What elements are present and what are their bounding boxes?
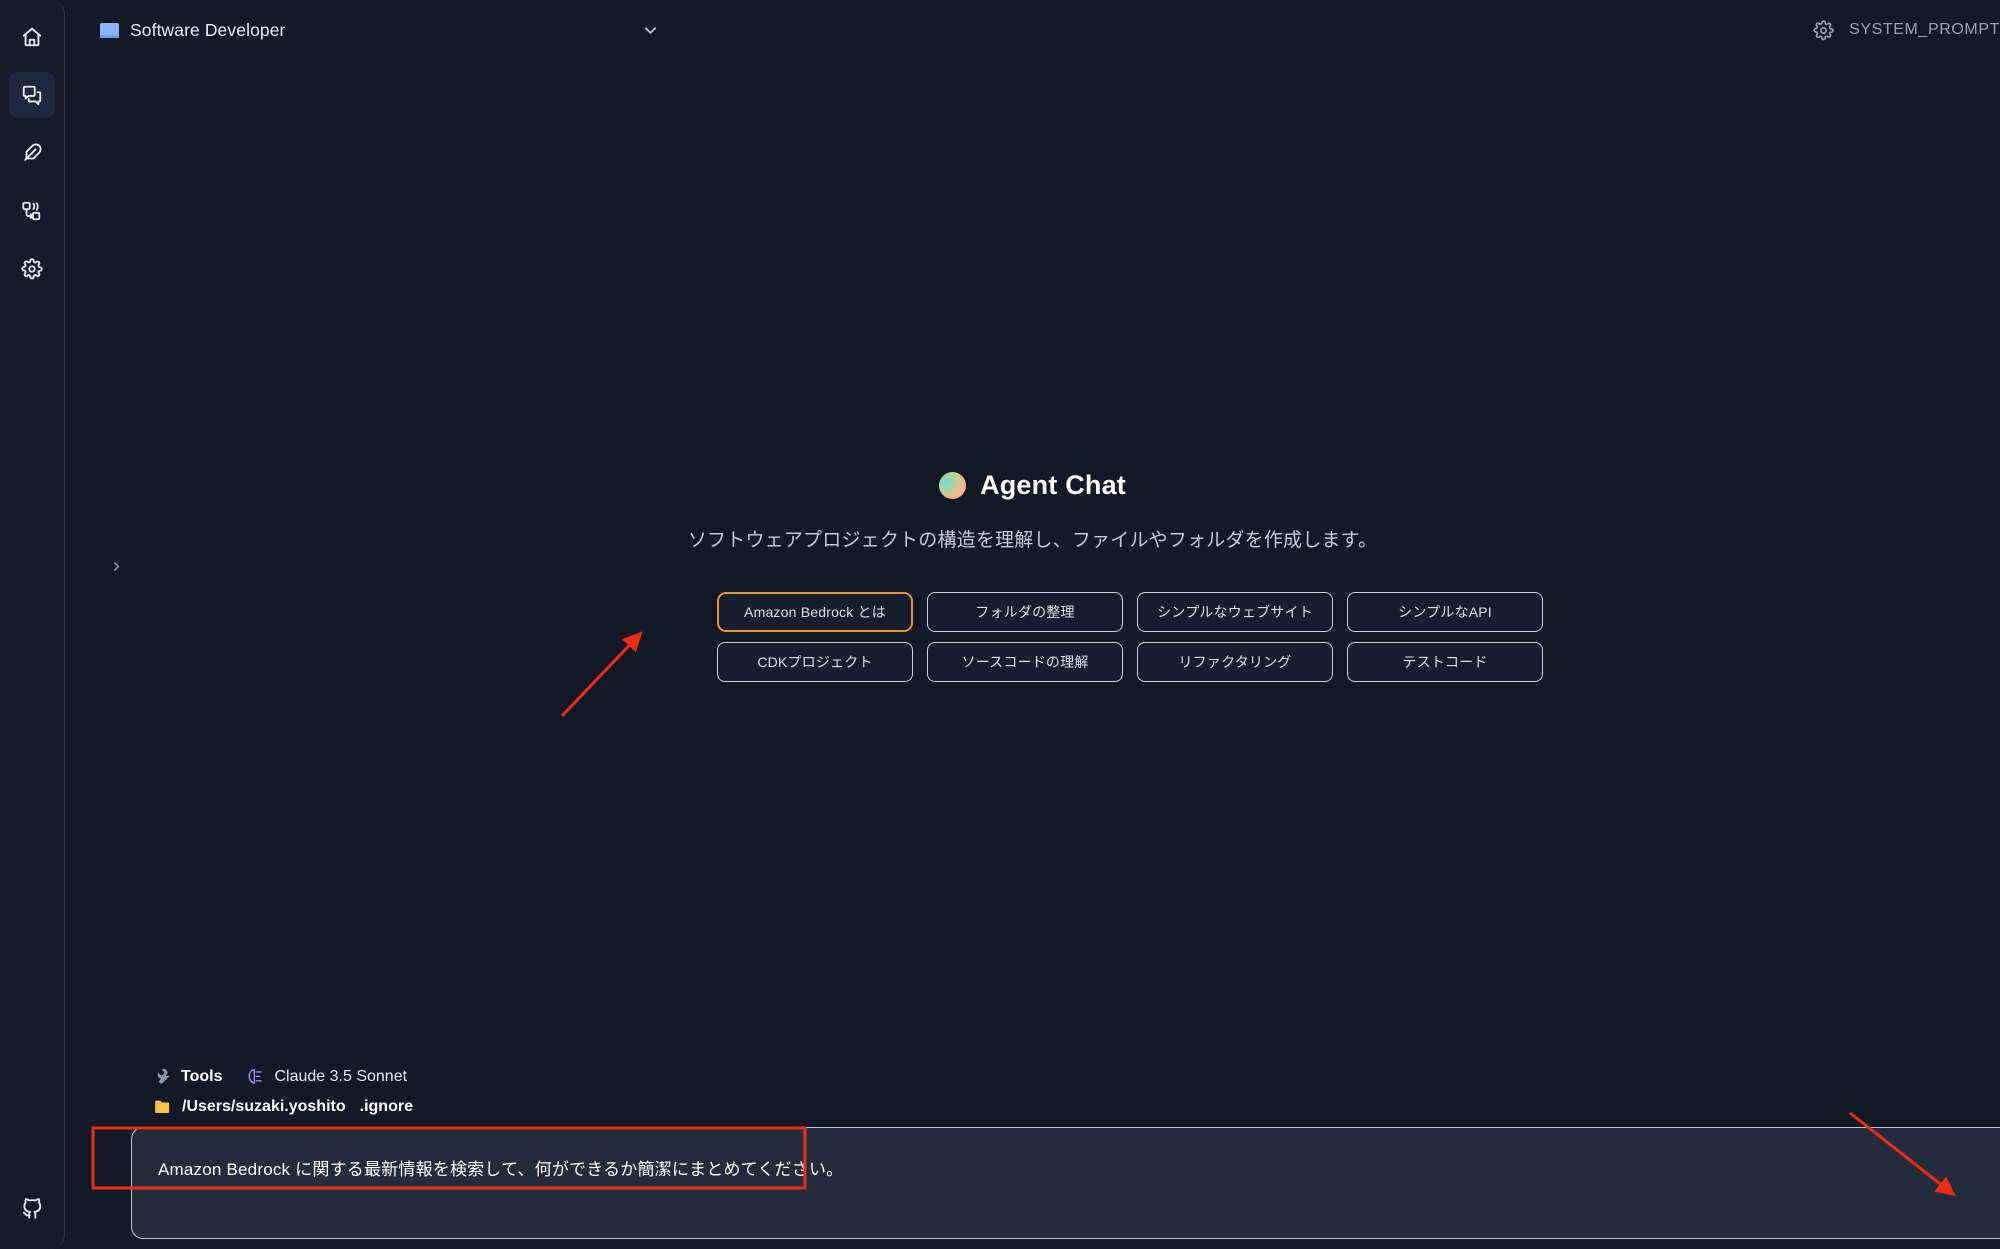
tools-model-row: Tools Claude 3.5 Sonnet: [153, 1067, 1053, 1086]
hero-title-row: Agent Chat: [939, 470, 1126, 501]
suggestion-button[interactable]: テストコード: [1347, 642, 1543, 682]
page-title: Agent Chat: [980, 470, 1126, 500]
panel-expand-button[interactable]: [105, 558, 127, 580]
folder-path-label[interactable]: /Users/suzaki.yoshito: [182, 1098, 346, 1116]
suggestion-button[interactable]: フォルダの整理: [927, 592, 1123, 632]
suggestion-button[interactable]: リファクタリング: [1137, 642, 1333, 682]
gear-icon: [1813, 19, 1834, 41]
chevron-down-icon[interactable]: [641, 21, 660, 40]
wrench-icon: [153, 1067, 172, 1086]
system-prompt-button[interactable]: SYSTEM_PROMPT: [1813, 0, 2000, 60]
composer-meta: Tools Claude 3.5 Sonnet /Users/suzaki.yo…: [153, 1067, 1053, 1128]
agent-name-label: Software Developer: [130, 19, 286, 40]
claude-icon: [246, 1067, 265, 1086]
gradient-orb-icon: [939, 472, 966, 499]
agent-selector[interactable]: Software Developer: [100, 20, 680, 41]
suggestion-button[interactable]: ソースコードの理解: [927, 642, 1123, 682]
sidebar: [0, 0, 65, 1249]
hero-subtitle: ソフトウェアプロジェクトの構造を理解し、ファイルやフォルダを作成します。: [687, 530, 1378, 551]
sidebar-item-home[interactable]: [9, 14, 55, 60]
chat-icon: [21, 84, 43, 106]
suggestion-button[interactable]: シンプルなAPI: [1347, 592, 1543, 632]
workflow-icon: [21, 200, 43, 222]
suggestion-button[interactable]: シンプルなウェブサイト: [1137, 592, 1333, 632]
model-label[interactable]: Claude 3.5 Sonnet: [274, 1068, 407, 1086]
main-area: Software Developer SYSTEM_PROMPT Agent C…: [65, 0, 2000, 1249]
app-window: Software Developer SYSTEM_PROMPT Agent C…: [0, 0, 2000, 1249]
feather-icon: [21, 142, 43, 164]
suggestion-button[interactable]: Amazon Bedrock とは: [717, 592, 913, 632]
folder-icon: [153, 1097, 173, 1117]
header-bar: Software Developer SYSTEM_PROMPT: [65, 0, 2000, 60]
workspace-row: /Users/suzaki.yoshito .ignore: [153, 1097, 1053, 1117]
hero-section: Agent Chat ソフトウェアプロジェクトの構造を理解し、ファイルやフォルダ…: [65, 470, 2000, 552]
laptop-icon: [100, 22, 119, 38]
gear-icon: [21, 258, 43, 280]
sidebar-item-settings[interactable]: [9, 246, 55, 292]
ignore-label[interactable]: .ignore: [360, 1098, 413, 1116]
composer-box[interactable]: Amazon Bedrock に関する最新情報を検索して、何ができるか簡潔にまと…: [131, 1127, 2000, 1239]
home-icon: [21, 26, 43, 48]
send-button[interactable]: [1994, 1188, 2000, 1222]
arrow-to-suggestion: [560, 631, 643, 718]
sidebar-item-chat[interactable]: [9, 72, 55, 118]
suggestion-grid: Amazon Bedrock とは フォルダの整理 シンプルなウェブサイト シンプルな…: [717, 592, 1543, 682]
sidebar-item-github[interactable]: [12, 1191, 52, 1231]
tools-label[interactable]: Tools: [181, 1068, 222, 1086]
sidebar-item-writing[interactable]: [9, 130, 55, 176]
sidebar-item-flow[interactable]: [9, 188, 55, 234]
suggestion-button[interactable]: CDKプロジェクト: [717, 642, 913, 682]
composer-input[interactable]: Amazon Bedrock に関する最新情報を検索して、何ができるか簡潔にまと…: [158, 1155, 843, 1180]
system-prompt-label: SYSTEM_PROMPT: [1849, 21, 2000, 38]
chevron-right-icon: [109, 559, 124, 579]
github-icon: [21, 1197, 44, 1225]
